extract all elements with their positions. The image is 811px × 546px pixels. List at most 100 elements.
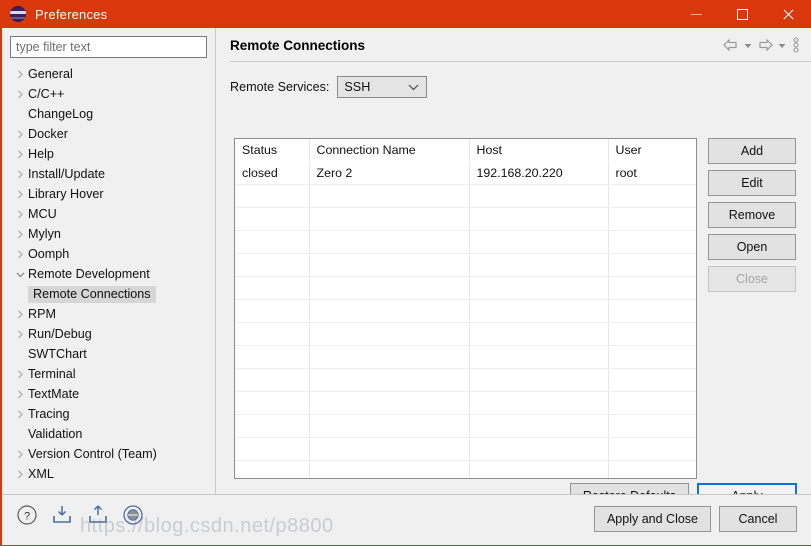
- view-menu-button[interactable]: [789, 34, 803, 56]
- table-cell-empty: [309, 322, 470, 346]
- target-icon: [123, 505, 143, 525]
- table-row-empty[interactable]: [235, 299, 696, 323]
- add-button[interactable]: Add: [708, 138, 796, 164]
- forward-button[interactable]: [755, 34, 775, 56]
- eclipse-icon: [10, 6, 26, 22]
- import-button[interactable]: [50, 504, 74, 529]
- connections-table-container[interactable]: Status Connection Name Host User closed Zero…: [234, 138, 697, 479]
- table-cell-empty: [235, 184, 310, 208]
- maximize-button[interactable]: [719, 0, 765, 28]
- table-column-header[interactable]: Connection Name: [309, 139, 470, 162]
- table-cell-empty: [608, 276, 696, 300]
- sidebar-item-library-hover[interactable]: Library Hover: [2, 184, 215, 204]
- chevron-right-icon: [15, 369, 28, 380]
- sidebar-item-label: Terminal: [28, 367, 76, 381]
- sidebar-item-version-control-team[interactable]: Version Control (Team): [2, 444, 215, 464]
- remote-services-label: Remote Services:: [230, 80, 330, 94]
- sidebar-item-label: Oomph: [28, 247, 70, 261]
- table-row-empty[interactable]: [235, 184, 696, 208]
- table-cell-empty: [608, 345, 696, 369]
- table-cell-empty: [608, 322, 696, 346]
- remove-button[interactable]: Remove: [708, 202, 796, 228]
- sidebar-item-run-debug[interactable]: Run/Debug: [2, 324, 215, 344]
- table-row-empty[interactable]: [235, 322, 696, 346]
- table-row-empty[interactable]: [235, 207, 696, 231]
- table-row-empty[interactable]: [235, 345, 696, 369]
- sidebar-item-remote-development[interactable]: Remote Development: [2, 264, 215, 284]
- chevron-right-icon: [15, 129, 28, 140]
- search-input[interactable]: [10, 36, 207, 58]
- close-button[interactable]: [765, 0, 811, 28]
- table-cell-empty: [608, 414, 696, 438]
- table-row-empty[interactable]: [235, 230, 696, 254]
- table-row[interactable]: closed Zero 2 192.168.20.220 root: [235, 161, 696, 185]
- table-cell-empty: [469, 391, 609, 415]
- table-cell-empty: [608, 437, 696, 461]
- sidebar-item-label: Install/Update: [28, 167, 106, 181]
- forward-dropdown-button[interactable]: [775, 34, 789, 56]
- table-column-header[interactable]: Status: [235, 139, 310, 162]
- sidebar-item-c-c[interactable]: C/C++: [2, 84, 215, 104]
- sidebar-item-textmate[interactable]: TextMate: [2, 384, 215, 404]
- chevron-right-icon: [15, 329, 28, 340]
- table-cell-empty: [469, 414, 609, 438]
- apply-and-close-button[interactable]: Apply and Close: [593, 506, 711, 532]
- table-row-empty[interactable]: [235, 253, 696, 277]
- close-icon: [782, 8, 795, 21]
- sidebar-item-label: Remote Development: [28, 267, 150, 281]
- help-icon: ?: [17, 505, 37, 525]
- sidebar-item-install-update[interactable]: Install/Update: [2, 164, 215, 184]
- sidebar-item-validation[interactable]: Validation: [2, 424, 215, 444]
- sidebar-item-remote-connections[interactable]: Remote Connections: [2, 284, 215, 304]
- sidebar-item-tracing[interactable]: Tracing: [2, 404, 215, 424]
- target-button[interactable]: [122, 504, 144, 529]
- dialog-buttons: Apply and Close Cancel: [593, 506, 797, 532]
- preferences-window: Preferences General C/C++ ChangeLog Docker H…: [0, 0, 811, 546]
- back-dropdown-button[interactable]: [741, 34, 755, 56]
- back-button[interactable]: [721, 34, 741, 56]
- table-cell-empty: [235, 345, 310, 369]
- footer-icon-bar: ?: [16, 504, 144, 529]
- table-cell-empty: [469, 322, 609, 346]
- sidebar-item-help[interactable]: Help: [2, 144, 215, 164]
- chevron-right-icon: [15, 229, 28, 240]
- table-row-empty[interactable]: [235, 460, 696, 478]
- chevron-right-icon: [15, 149, 28, 160]
- table-column-header[interactable]: Host: [469, 139, 609, 162]
- table-cell-empty: [608, 230, 696, 254]
- help-button[interactable]: ?: [16, 504, 38, 529]
- table-cell-empty: [469, 276, 609, 300]
- table-row-empty[interactable]: [235, 437, 696, 461]
- table-cell-empty: [235, 414, 310, 438]
- sidebar-item-swtchart[interactable]: SWTChart: [2, 344, 215, 364]
- sidebar-item-oomph[interactable]: Oomph: [2, 244, 215, 264]
- minimize-button[interactable]: [673, 0, 719, 28]
- table-cell-empty: [469, 230, 609, 254]
- sidebar-item-general[interactable]: General: [2, 64, 215, 84]
- view-menu-icon: [793, 37, 799, 53]
- table-row-empty[interactable]: [235, 368, 696, 392]
- chevron-right-icon: [15, 309, 28, 320]
- sidebar-item-mylyn[interactable]: Mylyn: [2, 224, 215, 244]
- table-cell-empty: [235, 322, 310, 346]
- sidebar-item-xml[interactable]: XML: [2, 464, 215, 484]
- table-cell-empty: [235, 253, 310, 277]
- open-button[interactable]: Open: [708, 234, 796, 260]
- chevron-down-icon: [408, 77, 419, 97]
- table-column-header[interactable]: User: [608, 139, 696, 162]
- table-row-empty[interactable]: [235, 276, 696, 300]
- edit-button[interactable]: Edit: [708, 170, 796, 196]
- table-row-empty[interactable]: [235, 414, 696, 438]
- table-cell-empty: [469, 184, 609, 208]
- sidebar-item-rpm[interactable]: RPM: [2, 304, 215, 324]
- cancel-button[interactable]: Cancel: [719, 506, 797, 532]
- table-row-empty[interactable]: [235, 391, 696, 415]
- sidebar-item-terminal[interactable]: Terminal: [2, 364, 215, 384]
- preferences-sidebar: General C/C++ ChangeLog Docker Help Install/U…: [2, 28, 215, 494]
- export-button[interactable]: [86, 504, 110, 529]
- sidebar-item-docker[interactable]: Docker: [2, 124, 215, 144]
- sidebar-item-mcu[interactable]: MCU: [2, 204, 215, 224]
- sidebar-item-changelog[interactable]: ChangeLog: [2, 104, 215, 124]
- remote-services-select[interactable]: SSH: [337, 76, 428, 98]
- table-cell-empty: [235, 391, 310, 415]
